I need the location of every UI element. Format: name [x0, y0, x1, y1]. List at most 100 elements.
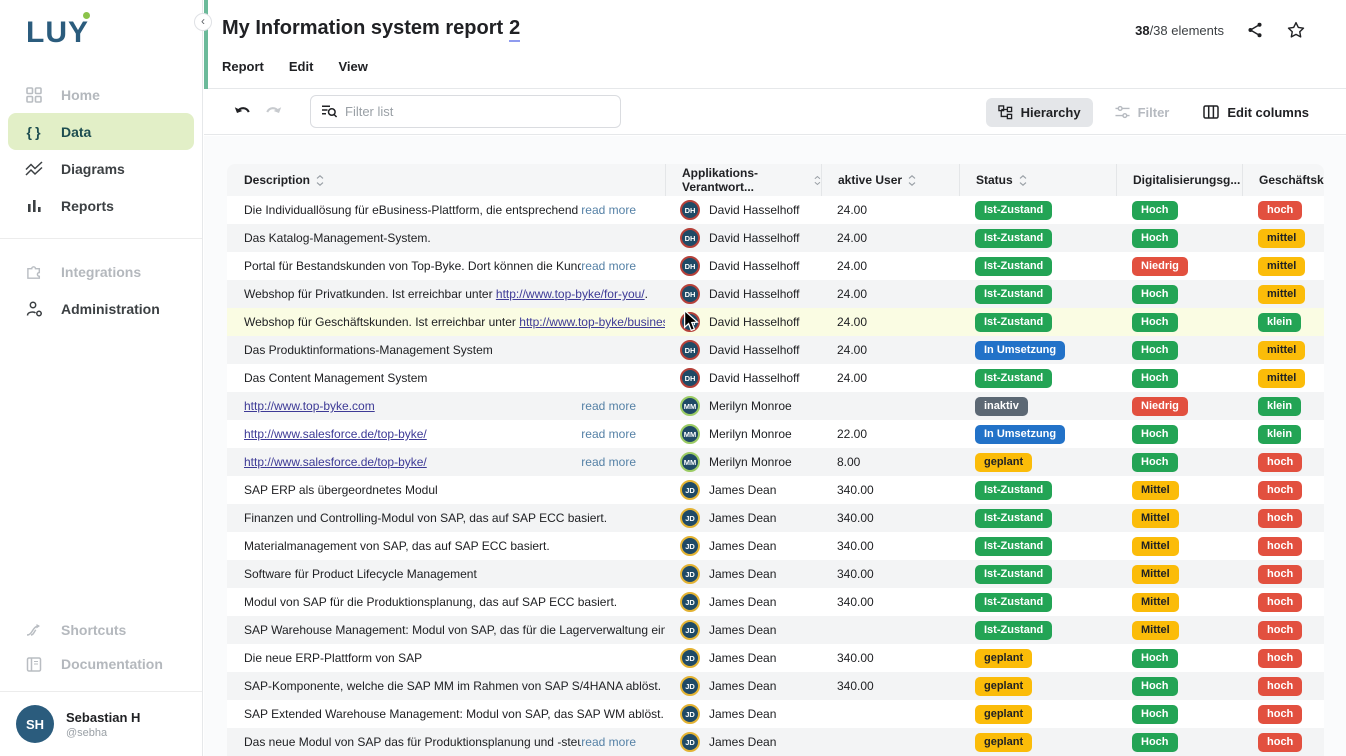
- active-user-cell: 24.00: [821, 252, 959, 280]
- filter-list-input[interactable]: Filter list: [310, 95, 621, 128]
- table-row[interactable]: Das Katalog-Management-System. DHDavid H…: [227, 224, 1324, 252]
- description-text: Das neue Modul von SAP das für Produktio…: [244, 735, 581, 749]
- digitalisierungsgrad-cell: Hoch: [1116, 336, 1242, 364]
- sidebar-item-diagrams[interactable]: Diagrams: [0, 150, 202, 187]
- sidebar-item-label: Integrations: [61, 264, 141, 280]
- description-link[interactable]: http://www.top-byke.com: [244, 399, 375, 413]
- read-more-link[interactable]: read more: [581, 455, 636, 469]
- menu-view[interactable]: View: [338, 59, 367, 74]
- owner-cell: DHDavid Hasselhoff: [665, 336, 821, 364]
- filter-button[interactable]: Filter: [1103, 98, 1182, 127]
- table-row[interactable]: Finanzen und Controlling-Modul von SAP, …: [227, 504, 1324, 532]
- sidebar-item-data[interactable]: { } Data: [8, 113, 194, 150]
- active-user-value: 24.00: [837, 343, 867, 357]
- column-header-verantwortlicher[interactable]: Applikations-Verantwort...: [665, 164, 821, 196]
- redo-button[interactable]: [265, 105, 282, 119]
- status-badge: geplant: [975, 677, 1032, 696]
- geschaeftskritikalitaet-cell: mittel: [1242, 364, 1324, 392]
- owner-cell: JDJames Dean: [665, 588, 821, 616]
- active-user-value: 24.00: [837, 231, 867, 245]
- description-link[interactable]: http://www.salesforce.de/top-byke/: [244, 427, 427, 441]
- share-button[interactable]: [1246, 21, 1264, 39]
- digitalisierungsgrad-badge: Hoch: [1132, 649, 1178, 668]
- table-row[interactable]: SAP-Komponente, welche die SAP MM im Rah…: [227, 672, 1324, 700]
- table-row[interactable]: http://www.top-byke.comread more MMMeril…: [227, 392, 1324, 420]
- avatar: JD: [680, 620, 700, 640]
- read-more-link[interactable]: read more: [581, 735, 636, 749]
- digitalisierungsgrad-cell: Mittel: [1116, 588, 1242, 616]
- table-row[interactable]: Das neue Modul von SAP das für Produktio…: [227, 728, 1324, 756]
- avatar: JD: [680, 564, 700, 584]
- table-row[interactable]: Webshop für Geschäftskunden. Ist erreich…: [227, 308, 1324, 336]
- user-profile[interactable]: SH Sebastian H @sebha: [0, 691, 202, 756]
- undo-button[interactable]: [234, 105, 251, 119]
- read-more-link[interactable]: read more: [581, 399, 636, 413]
- active-user-cell: 24.00: [821, 224, 959, 252]
- status-cell: geplant: [959, 644, 1116, 672]
- owner-name: David Hasselhoff: [709, 371, 800, 385]
- read-more-link[interactable]: read more: [581, 203, 636, 217]
- table-row[interactable]: SAP Warehouse Management: Modul von SAP,…: [227, 616, 1324, 644]
- sidebar-divider: [0, 238, 202, 239]
- sort-icon: [814, 175, 821, 186]
- description-link[interactable]: http://www.top-byke/for-you/: [496, 287, 645, 301]
- status-badge: Ist-Zustand: [975, 369, 1052, 388]
- table-row[interactable]: http://www.salesforce.de/top-byke/read m…: [227, 420, 1324, 448]
- table-row[interactable]: SAP ERP als übergeordnetes Modul JDJames…: [227, 476, 1324, 504]
- sidebar-item-integrations[interactable]: Integrations: [0, 253, 202, 290]
- table-header-row: Description Applikations-Verantwort... a…: [227, 164, 1324, 196]
- table-row[interactable]: Portal für Bestandskunden von Top-Byke. …: [227, 252, 1324, 280]
- column-header-digitalisierungsgrad[interactable]: Digitalisierungsg...: [1116, 164, 1242, 196]
- sidebar-item-administration[interactable]: Administration: [0, 290, 202, 327]
- active-user-cell: 22.00: [821, 420, 959, 448]
- favorite-button[interactable]: [1286, 20, 1306, 40]
- table-row[interactable]: SAP Extended Warehouse Management: Modul…: [227, 700, 1324, 728]
- menu-report[interactable]: Report: [222, 59, 264, 74]
- table-row[interactable]: Webshop für Privatkunden. Ist erreichbar…: [227, 280, 1324, 308]
- table-row[interactable]: Die Individuallösung für eBusiness-Platt…: [227, 196, 1324, 224]
- sort-icon: [316, 175, 324, 186]
- hierarchy-toggle-button[interactable]: Hierarchy: [986, 98, 1093, 127]
- active-user-value: 340.00: [837, 483, 874, 497]
- description-link[interactable]: http://www.top-byke/business/: [519, 315, 665, 329]
- geschaeftskritikalitaet-badge: hoch: [1258, 509, 1302, 528]
- read-more-link[interactable]: read more: [581, 259, 636, 273]
- status-cell: Ist-Zustand: [959, 560, 1116, 588]
- status-cell: Ist-Zustand: [959, 280, 1116, 308]
- column-header-geschaeftskritikalitaet[interactable]: Geschäftskritik: [1242, 164, 1324, 196]
- table-row[interactable]: Materialmanagement von SAP, das auf SAP …: [227, 532, 1324, 560]
- status-cell: Ist-Zustand: [959, 364, 1116, 392]
- digitalisierungsgrad-cell: Hoch: [1116, 448, 1242, 476]
- sidebar-item-home[interactable]: Home: [0, 76, 202, 113]
- owner-cell: JDJames Dean: [665, 560, 821, 588]
- table-row[interactable]: Das Produktinformations-Management Syste…: [227, 336, 1324, 364]
- owner-name: James Dean: [709, 679, 776, 693]
- share-icon: [1246, 21, 1264, 39]
- column-header-description[interactable]: Description: [227, 164, 665, 196]
- table-row[interactable]: Die neue ERP-Plattform von SAP JDJames D…: [227, 644, 1324, 672]
- description-cell: SAP ERP als übergeordnetes Modul: [227, 476, 665, 504]
- digitalisierungsgrad-cell: Mittel: [1116, 476, 1242, 504]
- column-header-status[interactable]: Status: [959, 164, 1116, 196]
- status-cell: Ist-Zustand: [959, 476, 1116, 504]
- edit-columns-button[interactable]: Edit columns: [1191, 98, 1321, 127]
- user-avatar: SH: [16, 705, 54, 743]
- menu-edit[interactable]: Edit: [289, 59, 314, 74]
- geschaeftskritikalitaet-cell: mittel: [1242, 336, 1324, 364]
- sidebar-item-reports[interactable]: Reports: [0, 187, 202, 224]
- sidebar-item-shortcuts[interactable]: Shortcuts: [0, 613, 202, 647]
- geschaeftskritikalitaet-badge: hoch: [1258, 537, 1302, 556]
- description-link[interactable]: http://www.salesforce.de/top-byke/: [244, 455, 427, 469]
- active-user-cell: 340.00: [821, 588, 959, 616]
- read-more-link[interactable]: read more: [581, 427, 636, 441]
- title-number[interactable]: 2: [509, 17, 520, 42]
- sidebar-item-documentation[interactable]: Documentation: [0, 647, 202, 681]
- active-user-value: 340.00: [837, 511, 874, 525]
- table-row[interactable]: Software für Product Lifecycle Managemen…: [227, 560, 1324, 588]
- digitalisierungsgrad-cell: Hoch: [1116, 224, 1242, 252]
- column-header-aktive-user[interactable]: aktive User: [821, 164, 959, 196]
- table-row[interactable]: Modul von SAP für die Produktionsplanung…: [227, 588, 1324, 616]
- sidebar-collapse-button[interactable]: ‹: [194, 13, 212, 31]
- table-row[interactable]: Das Content Management System DHDavid Ha…: [227, 364, 1324, 392]
- table-row[interactable]: http://www.salesforce.de/top-byke/read m…: [227, 448, 1324, 476]
